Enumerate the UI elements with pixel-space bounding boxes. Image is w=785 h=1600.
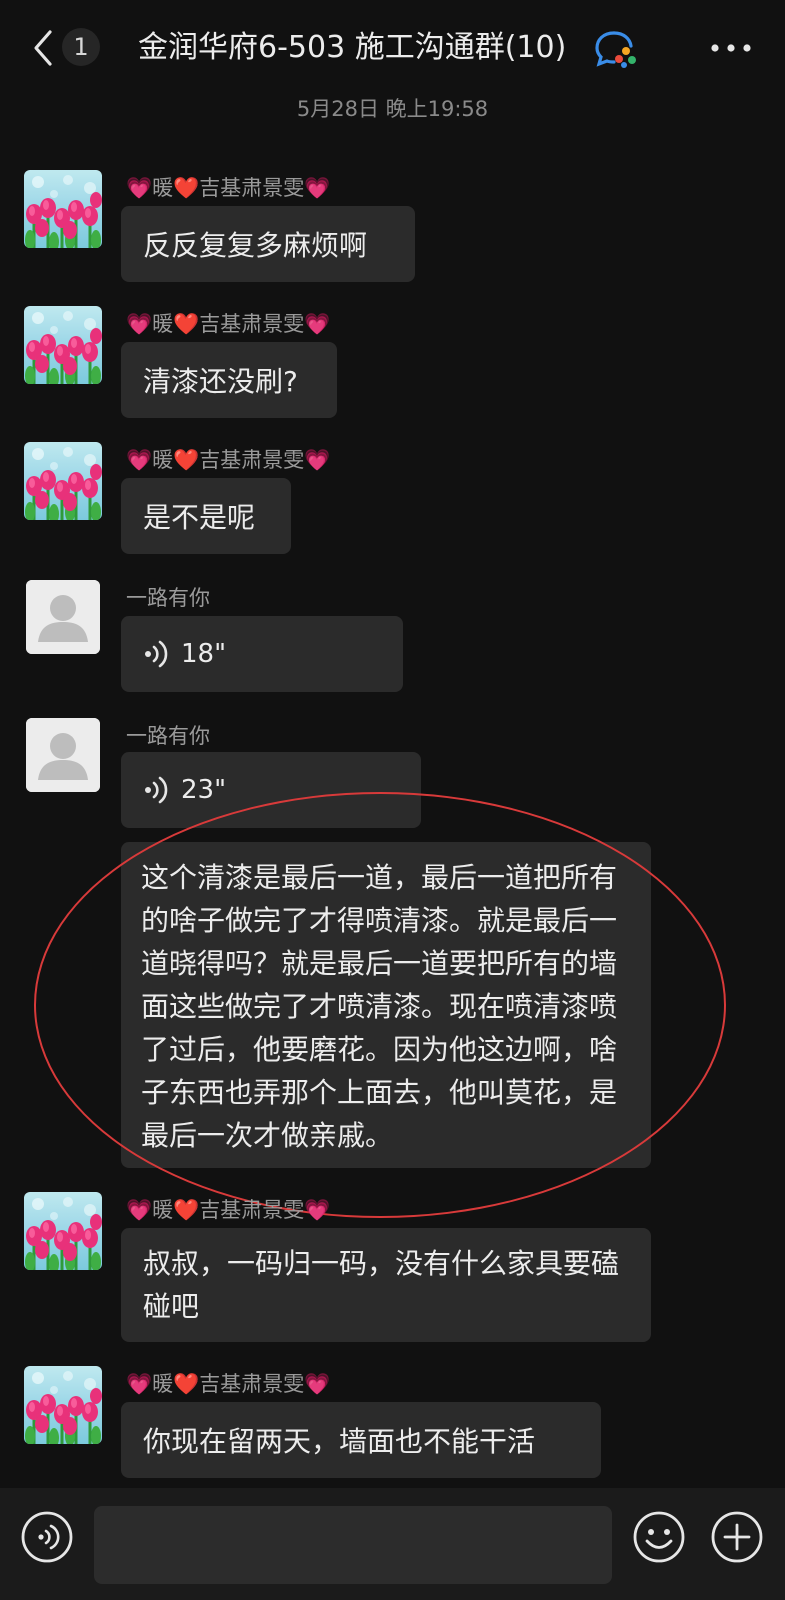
- voice-wave-icon: [143, 639, 169, 669]
- voice-input-icon[interactable]: [20, 1510, 74, 1564]
- emoji-icon[interactable]: [632, 1510, 686, 1564]
- more-icon[interactable]: [706, 30, 756, 66]
- sender-name: 💗暖❤️吉基肃景雯💗: [126, 176, 331, 200]
- avatar-tulip[interactable]: [24, 306, 102, 384]
- message-timestamp: 5月28日 晚上19:58: [296, 97, 489, 121]
- sender-name: 一路有你: [126, 724, 210, 748]
- voice-message-bubble[interactable]: 23": [121, 752, 421, 828]
- input-bar: [0, 1488, 785, 1600]
- avatar-tulip[interactable]: [24, 442, 102, 520]
- sender-name: 💗暖❤️吉基肃景雯💗: [126, 1198, 331, 1222]
- group-chat-icon[interactable]: [594, 30, 638, 68]
- voice-wave-icon: [143, 775, 169, 805]
- unread-count-badge[interactable]: 1: [62, 28, 100, 66]
- chat-header: 1 金润华府6-503 施工沟通群(10): [0, 0, 785, 92]
- chat-title: 金润华府6-503 施工沟通群(10): [138, 30, 567, 65]
- message-input[interactable]: [94, 1506, 612, 1584]
- message-bubble[interactable]: 反反复复多麻烦啊: [121, 206, 415, 282]
- voice-duration: 23": [181, 774, 227, 805]
- voice-message-bubble[interactable]: 18": [121, 616, 403, 692]
- back-chevron-icon[interactable]: [30, 28, 56, 68]
- message-bubble[interactable]: 清漆还没刷?: [121, 342, 337, 418]
- message-bubble[interactable]: 你现在留两天，墙面也不能干活: [121, 1402, 601, 1478]
- sender-name: 一路有你: [126, 586, 210, 610]
- message-bubble[interactable]: 是不是呢: [121, 478, 291, 554]
- add-icon[interactable]: [710, 1510, 764, 1564]
- sender-name: 💗暖❤️吉基肃景雯💗: [126, 448, 331, 472]
- sender-name: 💗暖❤️吉基肃景雯💗: [126, 312, 331, 336]
- voice-transcription-bubble[interactable]: 这个清漆是最后一道，最后一道把所有的啥子做完了才得喷清漆。就是最后一道晓得吗？就…: [121, 842, 651, 1168]
- avatar-tulip[interactable]: [24, 1366, 102, 1444]
- sender-name: 💗暖❤️吉基肃景雯💗: [126, 1372, 331, 1396]
- default-avatar-icon[interactable]: [26, 580, 100, 654]
- default-avatar-icon[interactable]: [26, 718, 100, 792]
- voice-duration: 18": [181, 638, 227, 669]
- message-bubble[interactable]: 叔叔，一码归一码，没有什么家具要磕碰吧: [121, 1228, 651, 1342]
- avatar-tulip[interactable]: [24, 170, 102, 248]
- avatar-tulip[interactable]: [24, 1192, 102, 1270]
